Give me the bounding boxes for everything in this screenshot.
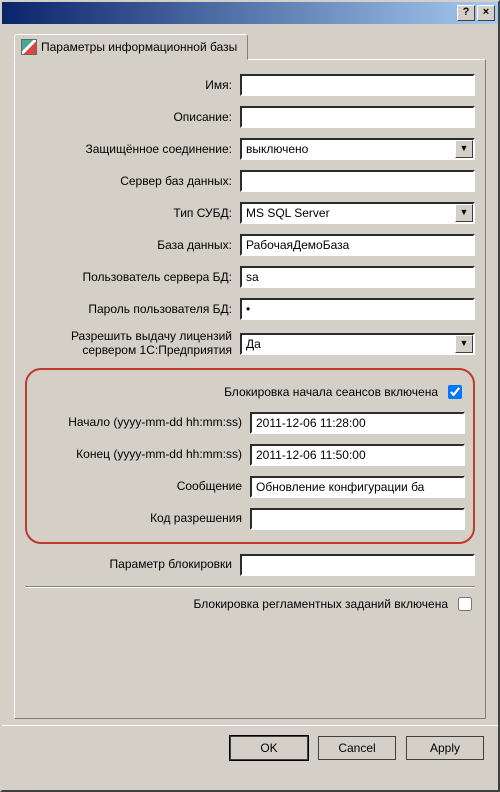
dbserver-label: Сервер баз данных:: [25, 174, 240, 188]
dbpass-label: Пароль пользователя БД:: [25, 302, 240, 316]
dbname-label: База данных:: [25, 238, 240, 252]
dbpass-input[interactable]: [240, 298, 475, 320]
chevron-down-icon[interactable]: ▼: [455, 204, 473, 222]
lock-end-label: Конец (yyyy-mm-dd hh:mm:ss): [35, 447, 250, 461]
dbms-combo[interactable]: [240, 202, 475, 224]
dbserver-input[interactable]: [240, 170, 475, 192]
ok-button[interactable]: OK: [230, 736, 308, 760]
tab-panel: Имя: Описание: Защищённое соединение: ▼ …: [14, 59, 486, 719]
lock-enabled-label: Блокировка начала сеансов включена: [224, 385, 438, 399]
infobase-icon: [21, 39, 37, 55]
titlebar: ? ×: [2, 2, 498, 24]
separator: [25, 586, 475, 588]
lock-message-label: Сообщение: [35, 479, 250, 493]
chevron-down-icon[interactable]: ▼: [455, 140, 473, 158]
chevron-down-icon[interactable]: ▼: [455, 335, 473, 353]
lock-start-input[interactable]: [250, 412, 465, 434]
name-label: Имя:: [25, 78, 240, 92]
tab-infobase-params[interactable]: Параметры информационной базы: [14, 34, 248, 60]
license-label: Разрешить выдачу лицензий сервером 1С:Пр…: [25, 330, 240, 358]
close-button[interactable]: ×: [477, 5, 495, 21]
apply-button[interactable]: Apply: [406, 736, 484, 760]
lock-end-input[interactable]: [250, 444, 465, 466]
secure-conn-label: Защищённое соединение:: [25, 142, 240, 156]
lock-code-label: Код разрешения: [35, 511, 250, 525]
name-input[interactable]: [240, 74, 475, 96]
tab-strip: Параметры информационной базы: [14, 34, 486, 60]
regjobs-lock-label: Блокировка регламентных заданий включена: [194, 597, 448, 611]
desc-label: Описание:: [25, 110, 240, 124]
dialog: ? × Параметры информационной базы Имя: О…: [0, 0, 500, 792]
lock-start-label: Начало (yyyy-mm-dd hh:mm:ss): [35, 415, 250, 429]
dbuser-label: Пользователь сервера БД:: [25, 270, 240, 284]
secure-conn-combo[interactable]: [240, 138, 475, 160]
help-button[interactable]: ?: [457, 5, 475, 21]
cancel-button[interactable]: Cancel: [318, 736, 396, 760]
license-combo[interactable]: [240, 333, 475, 355]
lock-param-input[interactable]: [240, 554, 475, 576]
lock-code-input[interactable]: [250, 508, 465, 530]
lock-enabled-checkbox[interactable]: [448, 385, 462, 399]
lock-message-input[interactable]: [250, 476, 465, 498]
desc-input[interactable]: [240, 106, 475, 128]
tab-label: Параметры информационной базы: [41, 40, 237, 54]
dbuser-input[interactable]: [240, 266, 475, 288]
dbname-input[interactable]: [240, 234, 475, 256]
lock-param-label: Параметр блокировки: [25, 557, 240, 571]
session-lock-section: Блокировка начала сеансов включена Начал…: [25, 368, 475, 544]
dbms-label: Тип СУБД:: [25, 206, 240, 220]
content-area: Параметры информационной базы Имя: Описа…: [2, 24, 498, 725]
regjobs-lock-checkbox[interactable]: [458, 597, 472, 611]
button-bar: OK Cancel Apply: [2, 725, 498, 770]
